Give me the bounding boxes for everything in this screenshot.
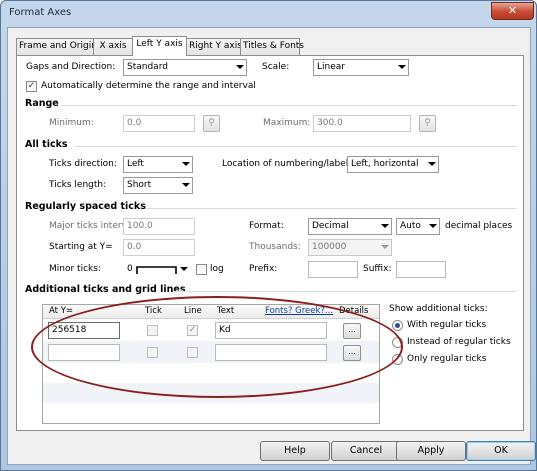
format-axes-dialog: Format Axes ✕ Frame and Origin X axis Le… xyxy=(0,0,537,471)
chevron-down-icon xyxy=(398,65,406,69)
suffix-input[interactable] xyxy=(396,261,446,278)
log-label: log xyxy=(210,264,224,274)
major-interval-input[interactable]: 100.0 xyxy=(123,218,195,235)
tab-left-y-axis[interactable]: Left Y axis xyxy=(132,36,187,56)
minor-ticks-select[interactable]: 0 xyxy=(123,261,191,278)
ticks-length-label: Ticks length: xyxy=(49,180,107,190)
column-at-y: At Y= xyxy=(49,306,74,316)
format-select[interactable]: Decimal xyxy=(308,218,392,235)
starting-at-input[interactable]: 0.0 xyxy=(123,239,195,256)
show-additional-label: Show additional ticks: xyxy=(389,304,488,314)
decimal-places-select[interactable]: Auto xyxy=(396,218,440,235)
radio-with-regular-label: With regular ticks xyxy=(407,320,487,330)
left-y-axis-panel: Gaps and Direction: Standard Scale: Line… xyxy=(16,55,524,431)
numbering-location-select[interactable]: Left, horizontal xyxy=(347,156,439,173)
chevron-down-icon xyxy=(182,183,190,187)
numbering-location-value: Left, horizontal xyxy=(351,159,419,169)
format-value: Decimal xyxy=(312,221,349,231)
scale-label: Scale: xyxy=(262,62,290,72)
ticks-length-select[interactable]: Short xyxy=(123,177,193,194)
apply-button[interactable]: Apply xyxy=(396,441,466,461)
log-checkbox[interactable] xyxy=(196,264,207,275)
ok-button[interactable]: OK xyxy=(466,441,536,461)
chevron-down-icon xyxy=(182,162,190,166)
chevron-down-icon xyxy=(428,162,436,166)
prefix-label: Prefix: xyxy=(249,264,278,274)
suffix-label: Suffix: xyxy=(363,264,392,274)
minimum-label: Minimum: xyxy=(49,118,94,128)
additional-ticks-divider xyxy=(174,291,517,292)
gaps-direction-value: Standard xyxy=(127,62,168,72)
range-divider xyxy=(61,105,517,106)
chevron-down-icon xyxy=(429,224,437,228)
tab-right-y-axis[interactable]: Right Y axis xyxy=(186,38,242,55)
ticks-length-value: Short xyxy=(127,180,152,190)
gaps-direction-select[interactable]: Standard xyxy=(123,59,247,76)
thousands-label: Thousands: xyxy=(249,242,301,252)
all-ticks-heading: All ticks xyxy=(25,139,68,150)
scale-select[interactable]: Linear xyxy=(313,59,409,76)
radio-only-regular-label: Only regular ticks xyxy=(407,354,487,364)
chevron-down-icon xyxy=(381,245,389,249)
chevron-down-icon xyxy=(236,65,244,69)
numbering-location-label: Location of numbering/labeling: xyxy=(222,159,366,169)
auto-range-label: Automatically determine the range and in… xyxy=(41,81,256,91)
ticks-direction-select[interactable]: Left xyxy=(123,156,193,173)
scale-value: Linear xyxy=(317,62,345,72)
cancel-button[interactable]: Cancel xyxy=(331,441,401,461)
all-ticks-divider xyxy=(75,146,517,147)
min-lock-icon[interactable]: ⚲ xyxy=(203,115,220,132)
minor-ticks-label: Minor ticks: xyxy=(49,264,101,274)
chevron-down-icon xyxy=(180,267,188,271)
minimum-input[interactable]: 0.0 xyxy=(123,115,195,132)
window-title: Format Axes xyxy=(9,7,72,18)
dialog-client-area: Frame and Origin X axis Left Y axis Righ… xyxy=(7,27,536,465)
ticks-direction-value: Left xyxy=(127,159,144,169)
close-button[interactable]: ✕ xyxy=(491,2,534,20)
help-button[interactable]: Help xyxy=(260,441,330,461)
auto-range-checkbox[interactable]: ✓ xyxy=(26,81,37,92)
tab-titles-fonts[interactable]: Titles & Fonts xyxy=(240,38,304,55)
radio-with-regular[interactable] xyxy=(392,320,403,331)
regular-ticks-heading: Regularly spaced ticks xyxy=(25,201,146,212)
tab-x-axis[interactable]: X axis xyxy=(93,38,133,55)
format-label: Format: xyxy=(249,221,284,231)
annotation-ellipse xyxy=(31,296,403,398)
maximum-label: Maximum: xyxy=(263,118,311,128)
title-bar: Format Axes ✕ xyxy=(1,1,536,27)
minor-ticks-preview-icon xyxy=(136,266,177,274)
decimal-places-value: Auto xyxy=(400,221,421,231)
starting-at-label: Starting at Y= xyxy=(49,242,113,252)
tab-frame-and-origin[interactable]: Frame and Origin xyxy=(16,38,97,55)
thousands-value: 100000 xyxy=(312,242,347,252)
additional-ticks-heading: Additional ticks and grid lines xyxy=(25,284,186,295)
decimal-places-label: decimal places xyxy=(445,221,513,231)
regular-ticks-divider xyxy=(145,208,517,209)
ticks-direction-label: Ticks direction: xyxy=(49,159,117,169)
chevron-down-icon xyxy=(381,224,389,228)
maximum-input[interactable]: 300.0 xyxy=(313,115,411,132)
range-heading: Range xyxy=(25,98,59,109)
minor-ticks-value: 0 xyxy=(127,264,133,274)
prefix-input[interactable] xyxy=(308,261,358,278)
radio-instead-of-regular-label: Instead of regular ticks xyxy=(407,337,511,347)
thousands-select[interactable]: 100000 xyxy=(308,239,392,256)
gaps-direction-label: Gaps and Direction: xyxy=(26,62,116,72)
max-lock-icon[interactable]: ⚲ xyxy=(419,115,436,132)
